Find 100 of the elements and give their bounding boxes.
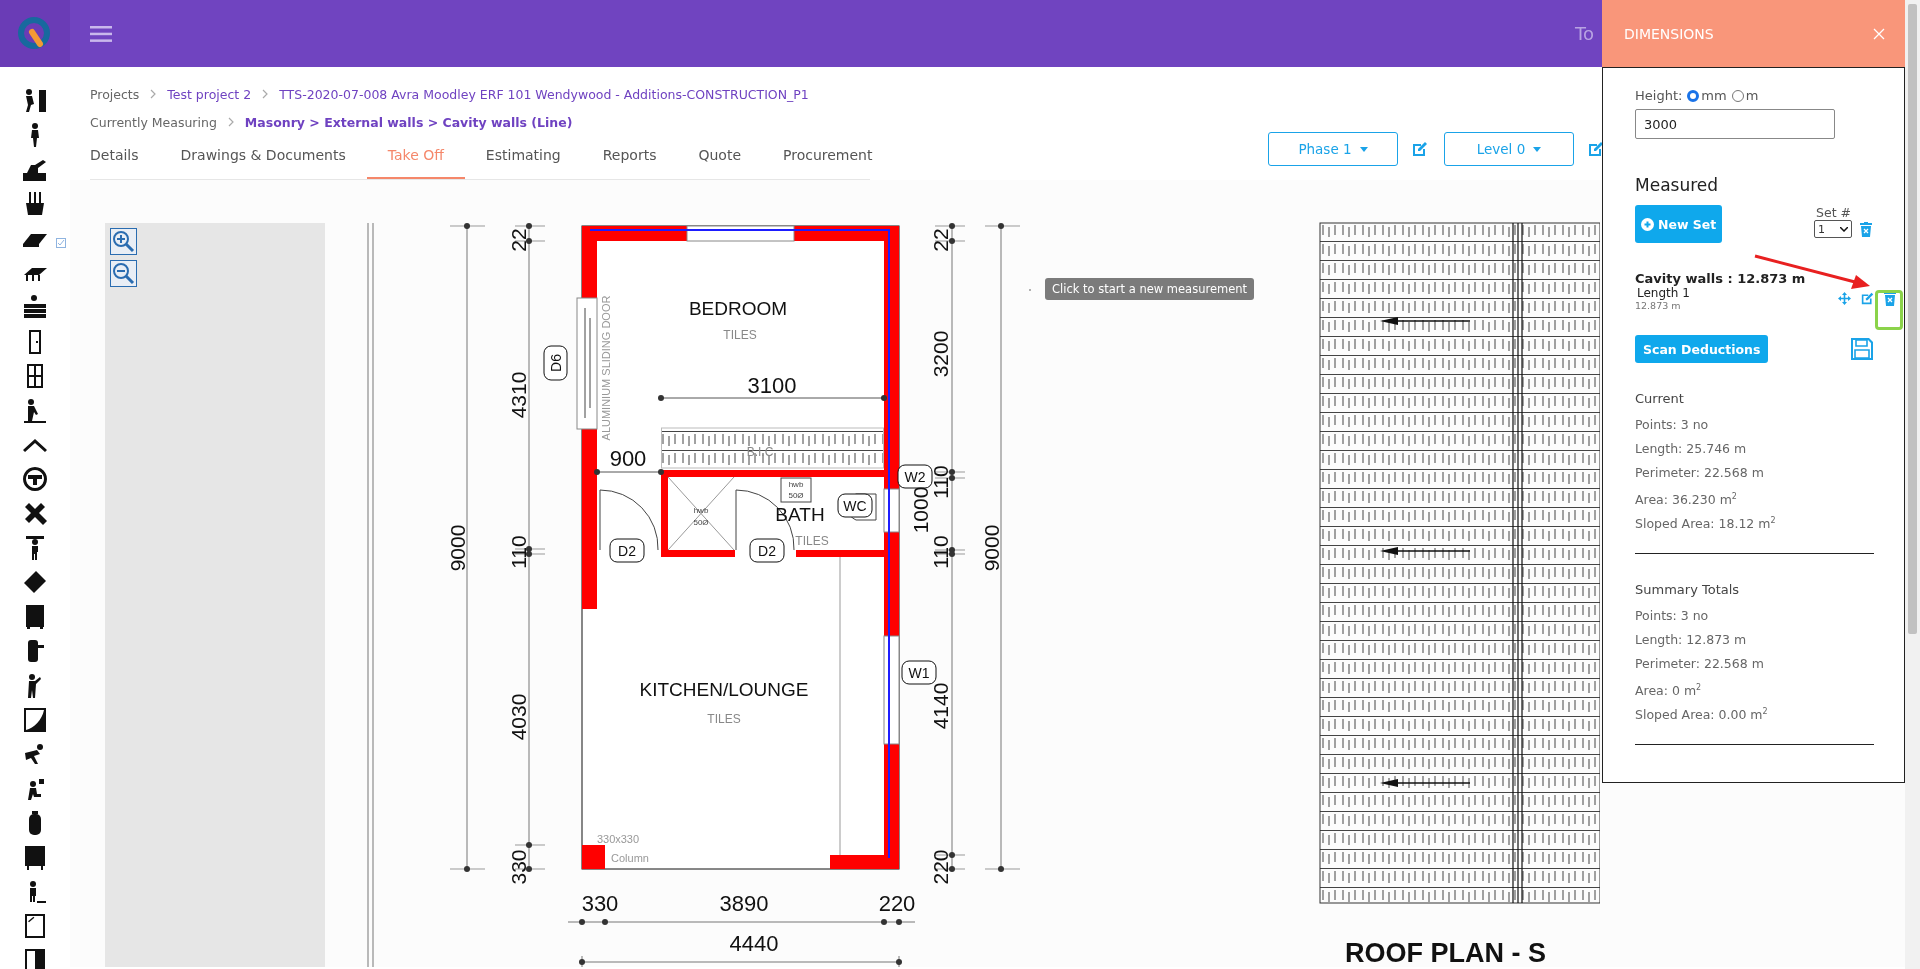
tab[interactable]: Estimating xyxy=(464,135,582,179)
zoom-out-icon[interactable] xyxy=(110,260,137,287)
stat-line: Length: 12.873 m xyxy=(1635,631,1748,649)
plan-label: Column xyxy=(611,852,649,864)
tab[interactable]: Reports xyxy=(581,135,678,179)
plan-label: W2 xyxy=(904,469,926,485)
plan-label: D2 xyxy=(618,543,636,559)
basin xyxy=(780,477,812,503)
floor-worker-icon[interactable] xyxy=(22,397,48,424)
plan-label: 9000 xyxy=(446,524,469,572)
plan-label: 3200 xyxy=(929,330,952,378)
plan-label: 220 xyxy=(878,891,916,916)
stat-line: Points: 3 no xyxy=(1635,607,1710,625)
measuring-label: Currently Measuring xyxy=(90,114,217,130)
wall-tile-icon[interactable] xyxy=(22,707,48,734)
stat-line: Perimeter: 22.568 m xyxy=(1635,464,1765,482)
delete-icon[interactable] xyxy=(1884,291,1896,306)
chevron-icon xyxy=(149,89,158,99)
set-label: Set # xyxy=(1816,205,1851,220)
plan-label: W1 xyxy=(908,665,930,681)
stat-line: Area: 36.230 m$^{2}$ xyxy=(1635,491,1738,510)
plan-label: 220 xyxy=(929,849,952,885)
plan-label: hwb xyxy=(788,480,804,489)
tag-outline xyxy=(901,660,937,685)
plan-label: 4310 xyxy=(507,371,530,419)
tab[interactable]: Drawings & Documents xyxy=(159,135,367,179)
tab[interactable]: Details xyxy=(90,135,160,179)
tab[interactable]: Quote xyxy=(677,135,762,179)
scrollbar[interactable] xyxy=(1905,0,1920,969)
move-icon[interactable] xyxy=(1838,292,1851,305)
plan-label: 330 xyxy=(507,849,530,885)
zoom-in-icon[interactable] xyxy=(110,228,137,255)
plan-label: 4140 xyxy=(929,682,952,730)
plan-label: ALUMINIUM SLIDING DOOR xyxy=(600,295,612,441)
section-heading: Summary Totals xyxy=(1635,582,1741,599)
plan-label: 330 xyxy=(581,891,619,916)
tag-outline xyxy=(897,464,933,489)
measurement-value: 12.873 m xyxy=(1635,300,1682,311)
tab[interactable]: Procurement xyxy=(762,135,894,179)
chevron-icon xyxy=(1840,226,1848,232)
panel-title: DIMENSIONS xyxy=(1624,25,1714,42)
caret-icon xyxy=(1359,146,1368,152)
caret-icon xyxy=(1533,146,1542,152)
chevron-icon xyxy=(226,117,235,127)
chevron-icon xyxy=(261,89,270,99)
tag-outline xyxy=(543,345,568,381)
plan-label: 50Ø xyxy=(693,518,709,527)
plan-label: 22 xyxy=(507,228,530,252)
measurement-name: Length 1 xyxy=(1637,286,1690,300)
tag-outline xyxy=(609,538,645,563)
checkbox-icon xyxy=(56,237,66,248)
set-select[interactable]: 1 xyxy=(1814,220,1852,238)
height-input[interactable]: 3000 xyxy=(1635,109,1835,139)
plan-label: hwb xyxy=(693,506,709,515)
plan-label: 9000 xyxy=(980,524,1003,572)
plan-label: TILES xyxy=(723,328,757,342)
breadcrumb-item[interactable]: TTS-2020-07-008 Avra Moodley ERF 101 Wendywood - Additions-CONSTRUCTION_P1 xyxy=(279,86,809,102)
plan-label: 110 xyxy=(929,535,952,569)
edit-icon[interactable] xyxy=(1588,141,1604,157)
measurement-title: Cavity walls : 12.873 m xyxy=(1635,271,1807,286)
plan-label: BATH xyxy=(775,504,825,525)
tag-outline xyxy=(837,493,873,518)
plan-label: 22 xyxy=(929,228,952,252)
plan-label: BEDROOM xyxy=(688,298,788,319)
delete-icon[interactable] xyxy=(1860,221,1872,237)
app-logo[interactable] xyxy=(0,0,70,67)
plan-label: 1000 xyxy=(909,486,932,534)
save-icon[interactable] xyxy=(1850,337,1874,361)
section-heading: Current xyxy=(1635,391,1685,408)
plan-title: ROOF PLAN - S xyxy=(1345,938,1546,967)
plan-label: 4440 xyxy=(729,931,779,956)
glass-panel-icon[interactable] xyxy=(22,913,48,940)
stat-line: Area: 0 m$^{2}$ xyxy=(1635,682,1703,701)
bricklayer-icon[interactable] xyxy=(22,294,48,321)
stat-line: Sloped Area: 18.12 m$^{2}$ xyxy=(1635,515,1777,534)
column xyxy=(582,845,605,869)
stat-line: Perimeter: 22.568 m xyxy=(1635,655,1765,673)
plus-icon xyxy=(1641,217,1654,231)
radio-button[interactable] xyxy=(1687,89,1700,102)
plan-label: 3100 xyxy=(747,373,797,398)
measured-heading: Measured xyxy=(1635,175,1720,195)
menu-icon[interactable] xyxy=(90,25,112,42)
stat-line: Points: 3 no xyxy=(1635,416,1710,434)
breadcrumb-item[interactable]: Projects xyxy=(90,86,140,102)
tooltip: Click to start a new measurement xyxy=(1045,278,1255,300)
plan-label: 4030 xyxy=(507,693,530,741)
breadcrumb-item[interactable]: Test project 2 xyxy=(167,86,252,102)
plan-label: KITCHEN/LOUNGE xyxy=(639,679,809,700)
plan-label: 110 xyxy=(929,465,952,499)
measuring-path: Masonry > External walls > Cavity walls (Line) xyxy=(244,114,573,130)
plan-label: 110 xyxy=(507,535,530,569)
unit-label: mm xyxy=(1701,88,1727,103)
plan-label: 50Ø xyxy=(788,491,804,500)
plan-label: TILES xyxy=(707,712,741,726)
plan-label: WC xyxy=(843,498,867,514)
tag-outline xyxy=(749,538,785,563)
stat-line: Length: 25.746 m xyxy=(1635,440,1748,458)
plan-label: D6 xyxy=(548,354,564,372)
plan-label: 900 xyxy=(609,446,647,471)
door-panel-icon[interactable] xyxy=(22,947,48,969)
